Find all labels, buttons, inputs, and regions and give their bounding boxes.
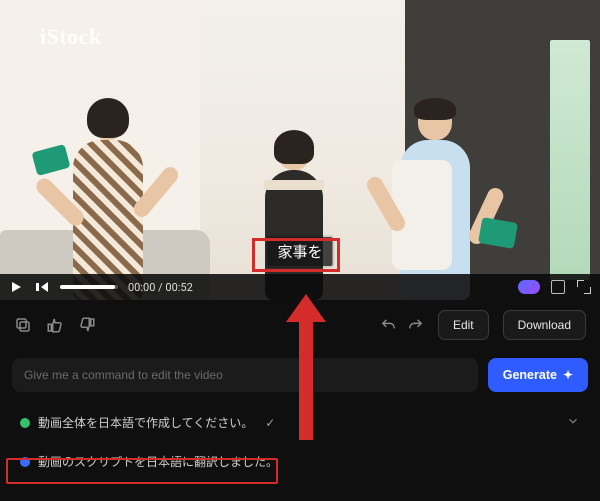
copy-button[interactable] bbox=[14, 316, 32, 334]
redo-button[interactable] bbox=[407, 317, 424, 334]
volume-slider[interactable] bbox=[60, 285, 118, 289]
generate-button[interactable]: Generate✦ bbox=[488, 358, 588, 392]
status-dot-icon bbox=[20, 457, 30, 467]
stock-watermark: iStock bbox=[40, 24, 102, 50]
thumbs-down-icon bbox=[78, 316, 96, 334]
command-input[interactable] bbox=[12, 358, 478, 392]
sparkle-icon: ✦ bbox=[563, 368, 573, 382]
history-item[interactable]: 動画全体を日本語で作成してください。 ✓ bbox=[12, 406, 588, 439]
chevron-down-icon[interactable] bbox=[566, 414, 580, 431]
video-caption: 家事を bbox=[267, 237, 332, 266]
volume-button[interactable] bbox=[34, 279, 50, 295]
undo-icon bbox=[380, 317, 397, 334]
reaction-icon[interactable] bbox=[518, 280, 540, 294]
pip-icon bbox=[551, 280, 565, 294]
thumbs-up-icon bbox=[46, 316, 64, 334]
check-icon: ✓ bbox=[265, 416, 275, 430]
fullscreen-button[interactable] bbox=[576, 279, 592, 295]
play-icon bbox=[12, 282, 21, 292]
thumbs-up-button[interactable] bbox=[46, 316, 64, 334]
download-button[interactable]: Download bbox=[503, 310, 586, 340]
copy-icon bbox=[14, 316, 32, 334]
video-player[interactable]: iStock bbox=[0, 0, 600, 300]
thumbs-down-button[interactable] bbox=[78, 316, 96, 334]
video-controls: 00:00 / 00:52 bbox=[0, 274, 600, 300]
undo-button[interactable] bbox=[380, 317, 397, 334]
time-display: 00:00 / 00:52 bbox=[128, 281, 193, 294]
history-text: 動画のスクリプトを日本語に翻訳しました。 bbox=[38, 453, 278, 470]
action-row: Edit Download bbox=[0, 300, 600, 350]
history-item[interactable]: 動画のスクリプトを日本語に翻訳しました。 bbox=[12, 445, 588, 478]
edit-button[interactable]: Edit bbox=[438, 310, 489, 340]
video-frame: iStock bbox=[0, 0, 600, 300]
redo-icon bbox=[407, 317, 424, 334]
history-text: 動画全体を日本語で作成してください。 bbox=[38, 414, 253, 431]
play-button[interactable] bbox=[8, 279, 24, 295]
fullscreen-icon bbox=[577, 280, 591, 294]
pip-button[interactable] bbox=[550, 279, 566, 295]
history-list: 動画全体を日本語で作成してください。 ✓ 動画のスクリプトを日本語に翻訳しました… bbox=[0, 400, 600, 488]
command-row: Generate✦ bbox=[0, 350, 600, 400]
volume-icon bbox=[36, 283, 39, 291]
status-dot-icon bbox=[20, 418, 30, 428]
